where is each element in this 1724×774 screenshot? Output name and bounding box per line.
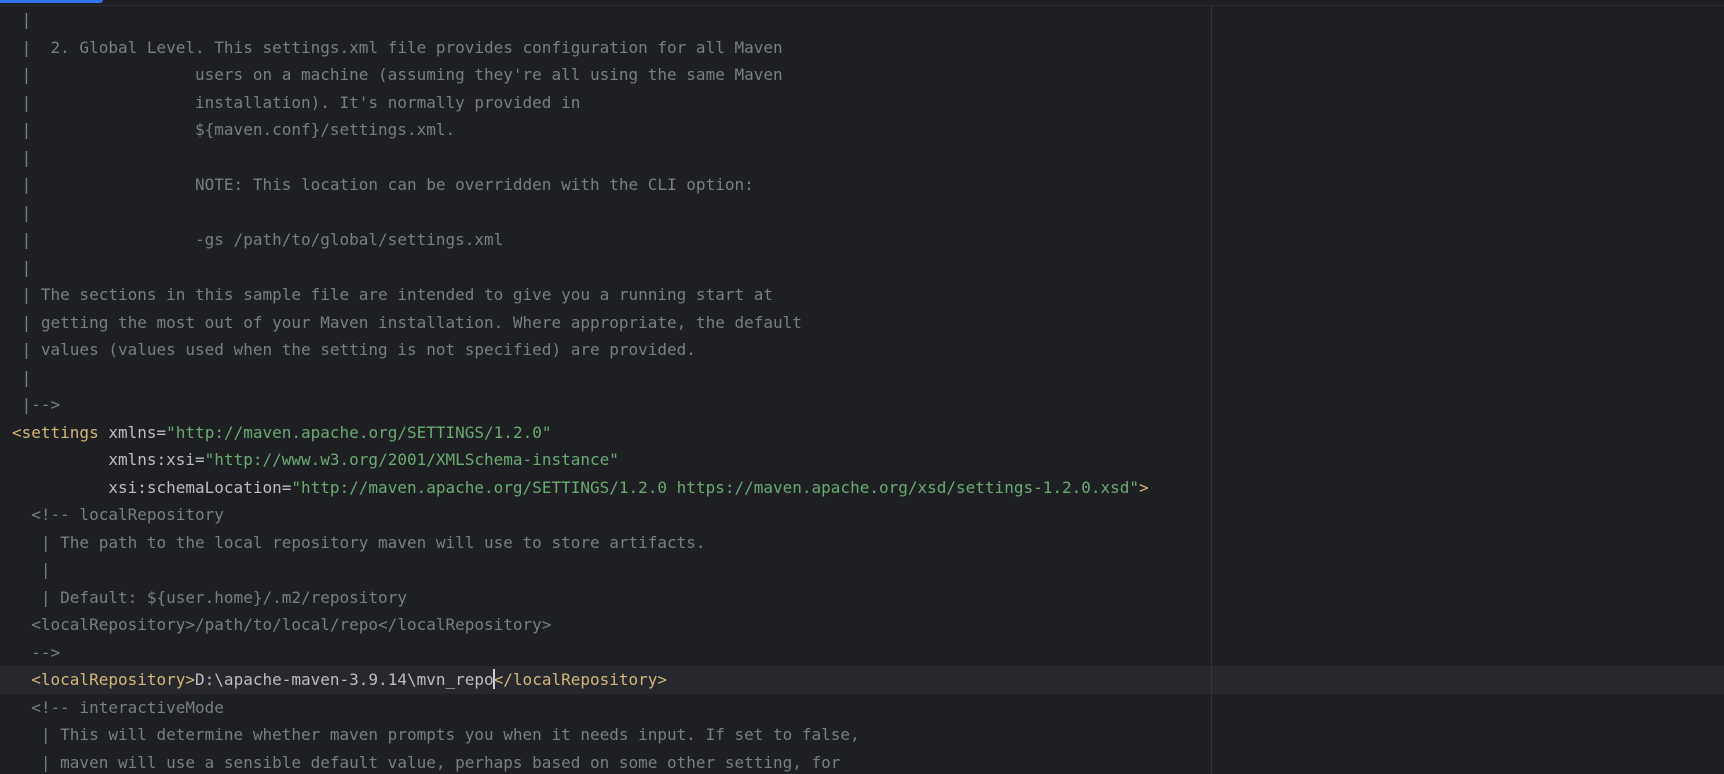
- xml-attribute-token: xsi:schemaLocation: [108, 477, 282, 497]
- xml-attribute-token: xmlns:xsi: [108, 450, 196, 469]
- comment-token: | installation). It's normally provided …: [12, 92, 581, 112]
- comment-token: | Default: ${user.home}/.m2/repository: [12, 587, 407, 607]
- code-line[interactable]: | This will determine whether maven prom…: [12, 721, 1712, 749]
- code-line[interactable]: | maven will use a sensible default valu…: [12, 749, 1712, 774]
- text-token: D:\apache-maven-3.9.14\mvn_repo: [195, 670, 494, 689]
- comment-token: | This will determine whether maven prom…: [12, 725, 860, 744]
- comment-token: <!-- interactiveMode: [12, 697, 224, 717]
- code-line[interactable]: | users on a machine (assuming they're a…: [12, 61, 1712, 89]
- string-token: "http://maven.apache.org/SETTINGS/1.2.0": [166, 422, 552, 442]
- code-line[interactable]: <!-- localRepository: [12, 501, 1712, 529]
- code-line[interactable]: |: [12, 199, 1712, 227]
- code-line[interactable]: | NOTE: This location can be overridden …: [12, 171, 1712, 199]
- comment-token: |: [12, 257, 32, 277]
- code-line[interactable]: | -gs /path/to/global/settings.xml: [12, 226, 1712, 254]
- code-line[interactable]: <settings xmlns="http://maven.apache.org…: [12, 419, 1712, 447]
- comment-token: | The path to the local repository maven…: [12, 532, 706, 552]
- comment-token: |: [12, 10, 32, 29]
- code-line[interactable]: | The path to the local repository maven…: [12, 529, 1712, 557]
- code-line[interactable]: |: [12, 6, 1712, 34]
- comment-token: | NOTE: This location can be overridden …: [12, 175, 754, 194]
- xml-tag-token: </localRepository>: [493, 670, 668, 689]
- code-line[interactable]: |: [12, 254, 1712, 282]
- punctuation-token: =: [195, 450, 205, 469]
- comment-token: | -gs /path/to/global/settings.xml: [12, 230, 504, 249]
- comment-token: | ${maven.conf}/settings.xml.: [12, 120, 456, 139]
- comment-token: -->: [12, 642, 61, 662]
- code-area[interactable]: | | 2. Global Level. This settings.xml f…: [12, 6, 1712, 774]
- code-line[interactable]: -->: [12, 639, 1712, 667]
- code-line[interactable]: | installation). It's normally provided …: [12, 89, 1712, 117]
- punctuation-token: =: [281, 477, 292, 497]
- code-line[interactable]: xmlns:xsi="http://www.w3.org/2001/XMLSch…: [12, 446, 1712, 474]
- comment-token: | users on a machine (assuming they're a…: [12, 65, 783, 84]
- code-editor[interactable]: | | 2. Global Level. This settings.xml f…: [0, 0, 1724, 774]
- comment-token: |: [12, 202, 32, 222]
- code-line[interactable]: <localRepository>/path/to/local/repo</lo…: [12, 611, 1712, 639]
- code-line[interactable]: <localRepository>D:\apache-maven-3.9.14\…: [12, 666, 1712, 694]
- code-line[interactable]: | ${maven.conf}/settings.xml.: [12, 116, 1712, 144]
- code-line[interactable]: | 2. Global Level. This settings.xml fil…: [12, 34, 1712, 62]
- comment-token: | maven will use a sensible default valu…: [12, 752, 841, 772]
- punctuation-token: =: [156, 422, 167, 442]
- comment-token: |-->: [12, 395, 61, 414]
- xml-attribute-token: xmlns: [108, 422, 157, 442]
- comment-token: |: [12, 560, 51, 579]
- comment-token: | 2. Global Level. This settings.xml fil…: [12, 37, 783, 57]
- code-line[interactable]: |: [12, 364, 1712, 392]
- comment-token: | values (values used when the setting i…: [12, 340, 696, 359]
- comment-token: | The sections in this sample file are i…: [12, 285, 773, 304]
- code-line[interactable]: |: [12, 556, 1712, 584]
- code-line[interactable]: xsi:schemaLocation="http://maven.apache.…: [12, 474, 1712, 502]
- xml-tag-token: <settings: [12, 422, 99, 442]
- comment-token: | getting the most out of your Maven ins…: [12, 312, 802, 332]
- comment-token: <!-- localRepository: [12, 505, 224, 524]
- string-token: "http://maven.apache.org/SETTINGS/1.2.0 …: [291, 477, 1140, 497]
- code-line[interactable]: | getting the most out of your Maven ins…: [12, 309, 1712, 337]
- code-line[interactable]: | The sections in this sample file are i…: [12, 281, 1712, 309]
- comment-token: <localRepository>/path/to/local/repo</lo…: [12, 615, 552, 634]
- string-token: "http://www.w3.org/2001/XMLSchema-instan…: [204, 450, 619, 469]
- code-line[interactable]: |-->: [12, 391, 1712, 419]
- active-tab-indicator[interactable]: [0, 0, 103, 3]
- xml-tag-token: >: [1139, 477, 1149, 497]
- code-line[interactable]: | Default: ${user.home}/.m2/repository: [12, 584, 1712, 612]
- comment-token: |: [12, 367, 32, 387]
- code-line[interactable]: |: [12, 144, 1712, 172]
- code-line[interactable]: | values (values used when the setting i…: [12, 336, 1712, 364]
- xml-tag-token: <localRepository>: [31, 670, 196, 689]
- comment-token: |: [12, 147, 32, 167]
- code-line[interactable]: <!-- interactiveMode: [12, 694, 1712, 722]
